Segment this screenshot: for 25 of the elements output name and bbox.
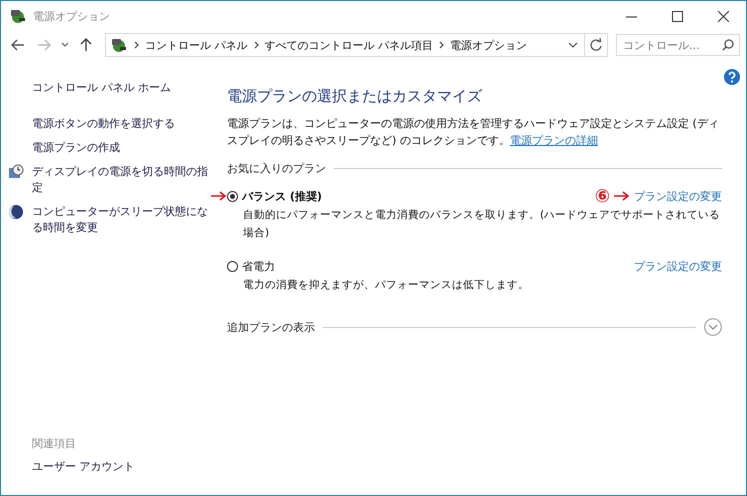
breadcrumb[interactable]: すべてのコントロール パネル項目 xyxy=(264,38,433,52)
page-heading: 電源プランの選択またはカスタマイズ xyxy=(227,87,483,106)
sidebar-link[interactable]: 電源ボタンの動作を選択する xyxy=(32,116,175,132)
callout-number: ⑥ xyxy=(594,186,610,206)
change-plan-settings-link[interactable]: プラン設定の変更 xyxy=(634,258,722,274)
plan-description: 電力の消費を抑えますが、パフォーマンスは低下します。 xyxy=(242,278,530,293)
see-also-link[interactable]: ユーザー アカウント xyxy=(32,460,134,473)
plan-name: 省電力 xyxy=(242,258,275,274)
sidebar-link[interactable]: コンピューターがスリープ状態になる時間を変更 xyxy=(32,204,217,236)
sidebar-link[interactable]: 電源プランの作成 xyxy=(32,140,120,156)
change-plan-settings-link[interactable]: プラン設定の変更 xyxy=(634,188,722,204)
description-text: 電源プランは、コンピューターの電源の使用方法を管理するハードウェア設定とシステム設定 (ディスプレイの明るさやスリープなど) のコレクションです。電源プランの詳細 xyxy=(227,116,720,149)
window-title: 電源オプション xyxy=(33,8,111,24)
control-panel-home-link[interactable]: コントロール パネル ホーム xyxy=(32,81,171,94)
address-bar[interactable]: コントロール パネル すべてのコントロール パネル項目 電源オプション xyxy=(105,33,608,57)
breadcrumb[interactable]: コントロール パネル xyxy=(145,38,248,52)
sidebar-link[interactable]: ディスプレイの電源を切る時間の指定 xyxy=(32,164,217,196)
see-also-heading: 関連項目 xyxy=(31,436,77,451)
plan-name: バランス (推奨) xyxy=(242,188,322,204)
plan-description: 自動的にパフォーマンスと電力消費のバランスを取ります。(ハードウェアでサポートされている場合) xyxy=(242,208,722,241)
search-field[interactable]: コントロール... xyxy=(616,34,740,56)
breadcrumb[interactable]: 電源オプション xyxy=(450,38,527,52)
power-plan-details-link[interactable]: 電源プランの詳細 xyxy=(510,134,598,147)
show-more-plans-label: 追加プランの表示 xyxy=(227,320,315,334)
section-heading: お気に入りのプラン xyxy=(227,161,326,176)
